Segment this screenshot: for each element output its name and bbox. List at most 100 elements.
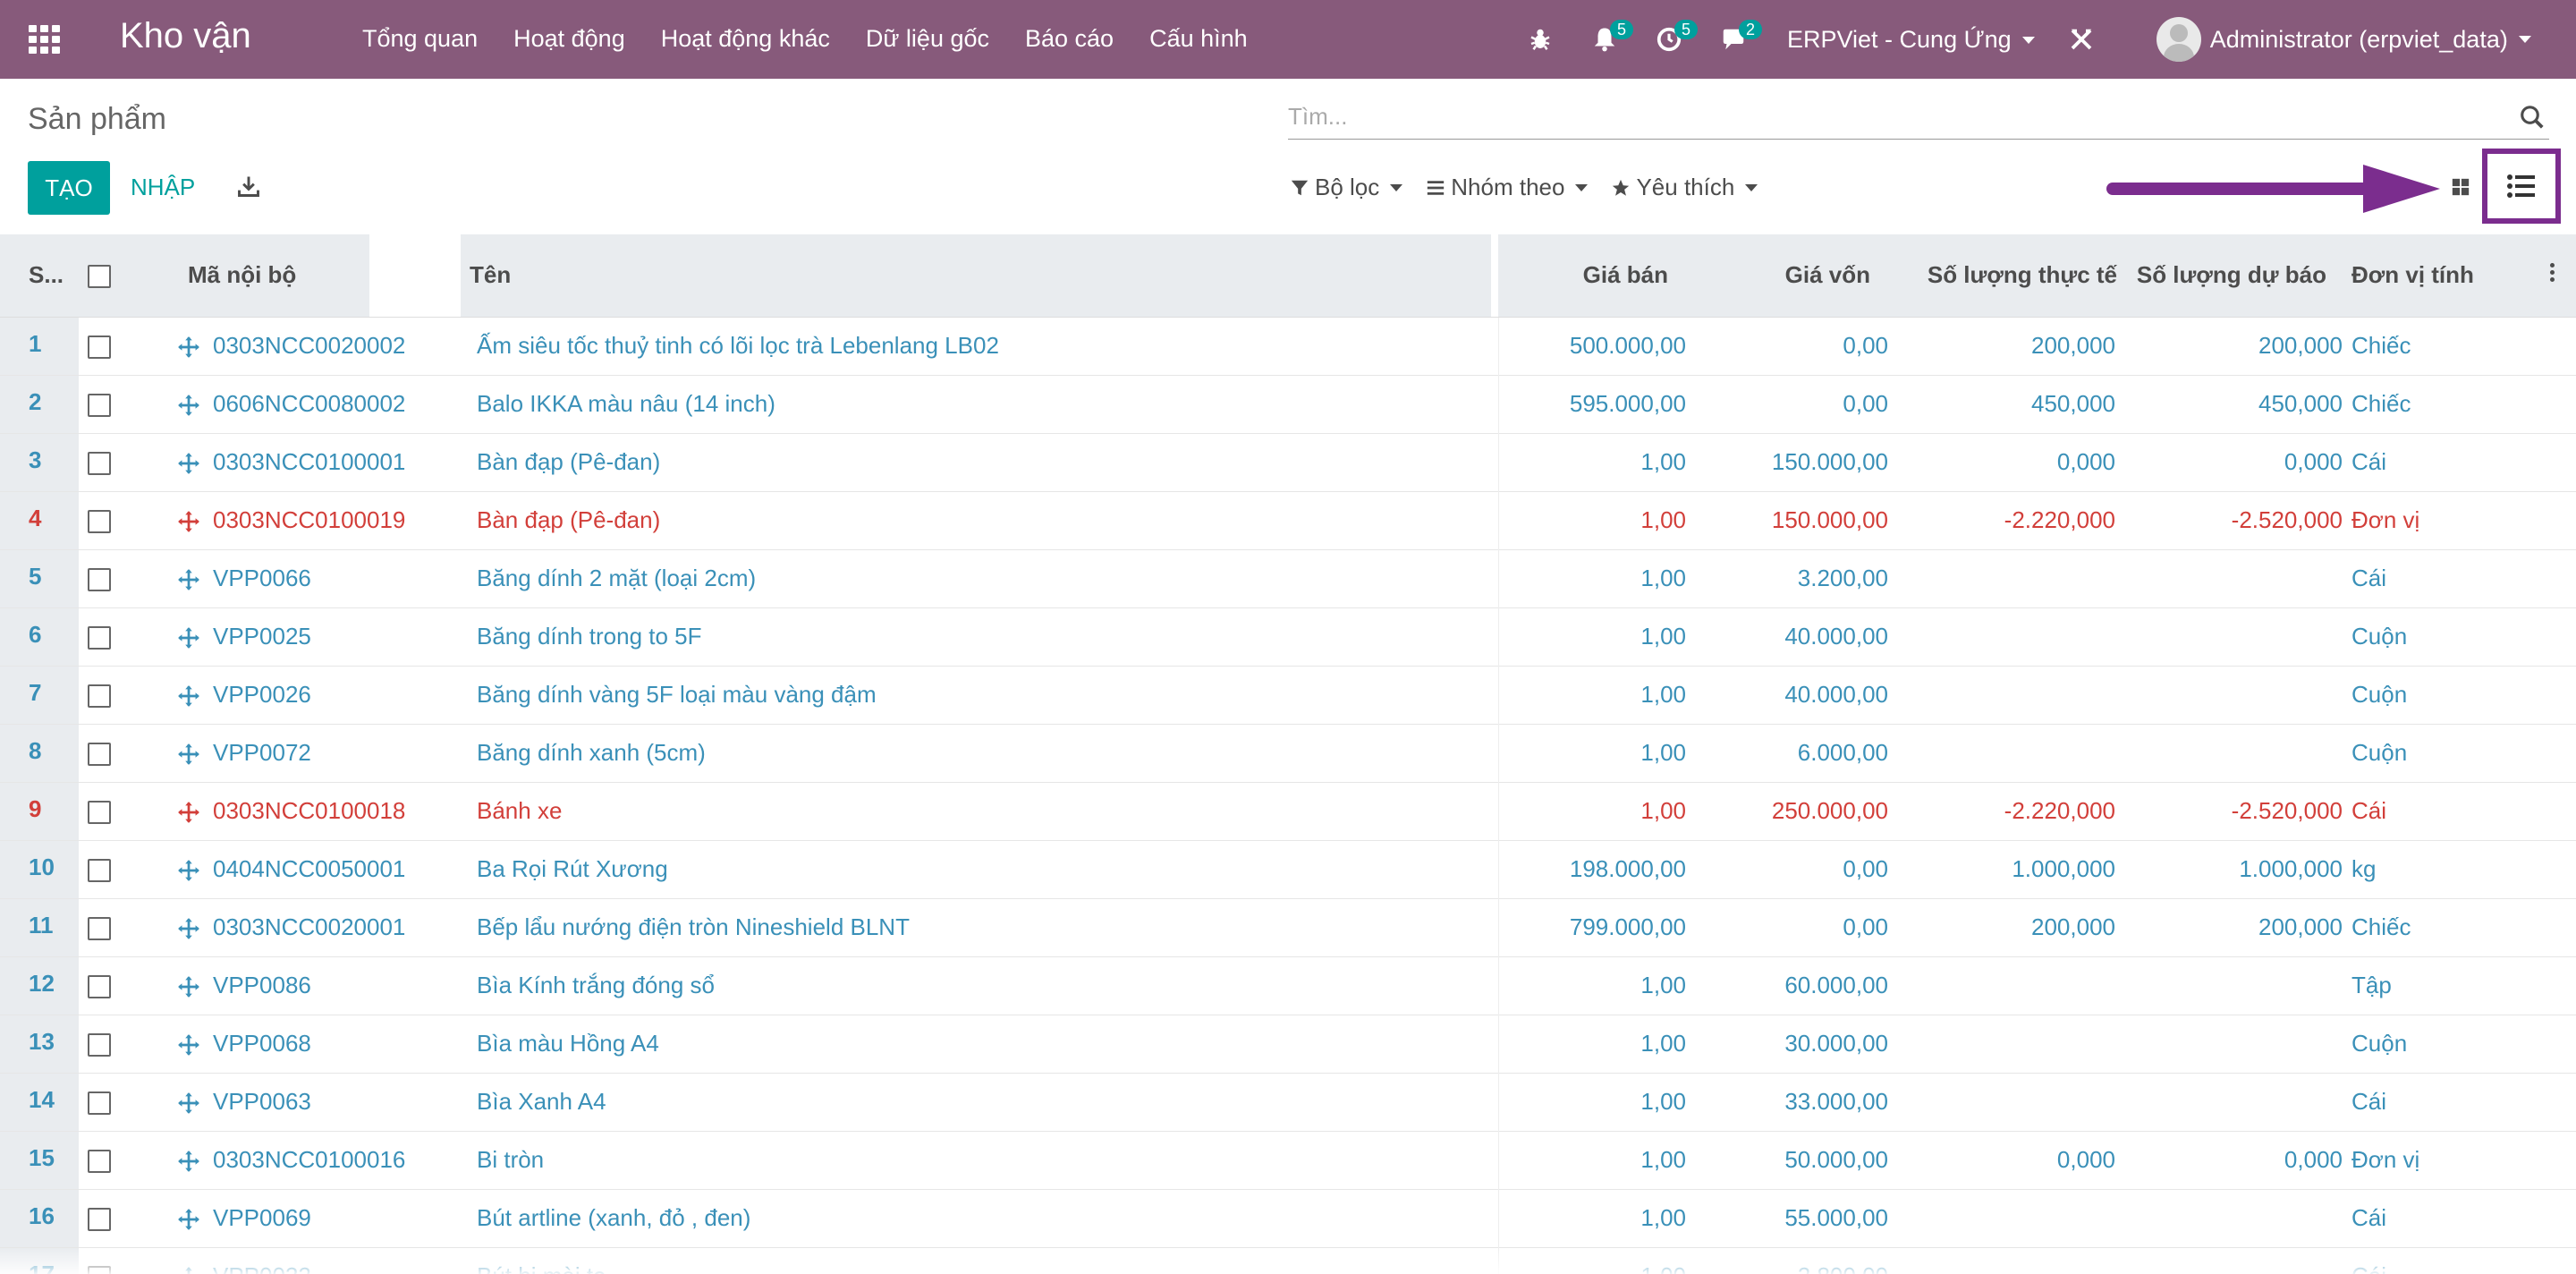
bell-icon[interactable]: 5 [1585, 20, 1633, 59]
import-button[interactable]: NHẬP [131, 174, 195, 201]
row-checkbox[interactable] [88, 1208, 111, 1232]
row-select-cell [79, 549, 168, 607]
table-row[interactable]: 7 VPP0026 Băng dính vàng 5F loại màu vàng … [0, 666, 2576, 724]
sale-price: 1,00 [1640, 972, 1686, 998]
table-row[interactable]: 3 0303NCC0100001 Bàn đạp (Pê-đan) 1,00 150.0… [0, 433, 2576, 491]
table-row[interactable]: 13 VPP0068 Bìa màu Hồng A4 1,00 30.000,00 Cuộ… [0, 1015, 2576, 1073]
drag-handle-icon[interactable] [177, 335, 200, 359]
menu-item-operations[interactable]: Hoạt động [513, 25, 625, 53]
column-header-sale-price[interactable]: Giá bán [1498, 234, 1695, 318]
apps-grid-icon[interactable] [29, 25, 61, 54]
table-row[interactable]: 11 0303NCC0020001 Bếp lẩu nướng điện tròn … [0, 898, 2576, 956]
column-header-cost[interactable]: Giá vốn [1695, 234, 1897, 318]
drag-handle-icon[interactable] [177, 801, 200, 824]
unit-of-measure: Cuộn [2351, 1030, 2408, 1057]
table-row[interactable]: 6 VPP0025 Băng dính trong to 5F 1,00 40.000,… [0, 607, 2576, 666]
row-checkbox[interactable] [88, 684, 111, 709]
table-row[interactable]: 1 0303NCC0020002 Ấm siêu tốc thuỷ tinh có … [0, 317, 2576, 375]
table-row[interactable]: 15 0303NCC0100016 Bi tròn 1,00 50.000,00 0,00… [0, 1131, 2576, 1189]
row-checkbox[interactable] [88, 1266, 111, 1274]
row-checkbox[interactable] [88, 743, 111, 767]
chat-icon[interactable]: 2 [1714, 20, 1762, 59]
table-row[interactable]: 10 0404NCC0050001 Ba Rọi Rút Xương 198.000,… [0, 840, 2576, 898]
app-title[interactable]: Kho vận [120, 16, 251, 56]
qty-on-hand: 450,000 [2031, 390, 2115, 417]
menu-item-master-data[interactable]: Dữ liệu gốc [866, 25, 989, 53]
drag-handle-icon[interactable] [177, 917, 200, 940]
table-row[interactable]: 16 VPP0069 Bút artline (xanh, đỏ , đen) 1,0… [0, 1189, 2576, 1247]
row-checkbox[interactable] [88, 859, 111, 883]
column-header-qty-on-hand[interactable]: Số lượng thực tế [1897, 234, 2124, 318]
drag-handle-icon[interactable] [177, 626, 200, 650]
column-header-code[interactable]: Mã nội bộ [70, 234, 369, 318]
drag-handle-icon[interactable] [177, 394, 200, 417]
table-row[interactable]: 4 0303NCC0100019 Bàn đạp (Pê-đan) 1,00 150.0… [0, 491, 2576, 549]
table-row[interactable]: 2 0606NCC0080002 Balo IKKA màu nâu (14 inc… [0, 375, 2576, 433]
table-row[interactable]: 12 VPP0086 Bìa Kính trắng đóng sổ 1,00 60.00… [0, 956, 2576, 1015]
cost-price: 60.000,00 [1784, 972, 1888, 998]
table-row[interactable]: 8 VPP0072 Băng dính xanh (5cm) 1,00 6.000,00… [0, 724, 2576, 782]
drag-handle-icon[interactable] [177, 1091, 200, 1115]
row-code-cell: VPP0026 [168, 666, 468, 724]
column-header-uom[interactable]: Đơn vị tính [2351, 234, 2550, 318]
drag-handle-icon[interactable] [177, 975, 200, 998]
row-checkbox[interactable] [88, 801, 111, 825]
sale-price: 1,00 [1640, 797, 1686, 824]
sale-price: 1,00 [1640, 1030, 1686, 1057]
create-button[interactable]: TẠO [28, 161, 110, 215]
search-input[interactable] [1288, 97, 2469, 136]
clock-icon[interactable]: 5 [1649, 20, 1698, 59]
drag-handle-icon[interactable] [177, 1033, 200, 1057]
filter-dropdown[interactable]: Bộ lọc [1290, 174, 1403, 201]
drag-handle-icon[interactable] [177, 743, 200, 766]
sale-price: 500.000,00 [1569, 332, 1686, 359]
row-code-cell: 0303NCC0100016 [168, 1131, 468, 1189]
drag-handle-icon[interactable] [177, 684, 200, 708]
drag-handle-icon[interactable] [177, 1208, 200, 1231]
unit-of-measure: Cuộn [2351, 623, 2408, 650]
row-select-cell [79, 1073, 168, 1131]
tools-icon[interactable] [2062, 20, 2101, 59]
column-header-qty-forecast[interactable]: Số lượng dự báo [2124, 234, 2351, 318]
menu-item-configuration[interactable]: Cấu hình [1149, 25, 1248, 53]
user-menu[interactable]: Administrator (erpviet_data) [2156, 17, 2531, 62]
bug-icon[interactable] [1521, 20, 1560, 59]
row-checkbox[interactable] [88, 1150, 111, 1174]
favorites-dropdown[interactable]: Yêu thích [1611, 174, 1758, 201]
table-row[interactable]: 17 VPP0032 Bút bi mài to1,002.800,00 Cái [0, 1247, 2576, 1274]
table-row[interactable]: 5 VPP0066 Băng dính 2 mặt (loại 2cm) 1,00 3.… [0, 549, 2576, 607]
row-checkbox[interactable] [88, 510, 111, 534]
row-checkbox[interactable] [88, 452, 111, 476]
row-checkbox[interactable] [88, 394, 111, 418]
drag-handle-icon[interactable] [177, 568, 200, 591]
row-checkbox[interactable] [88, 626, 111, 650]
product-name: Băng dính 2 mặt (loại 2cm) [468, 549, 1499, 607]
row-spacer [2550, 1247, 2576, 1274]
search-icon[interactable] [2519, 104, 2546, 131]
drag-handle-icon[interactable] [177, 452, 200, 475]
row-checkbox[interactable] [88, 975, 111, 999]
optional-columns-toggle[interactable] [2550, 234, 2576, 318]
drag-handle-icon[interactable] [177, 1266, 200, 1274]
table-row[interactable]: 9 0303NCC0100018 Bánh xe 1,00 250.000,00 -2.2… [0, 782, 2576, 840]
row-checkbox[interactable] [88, 335, 111, 360]
row-checkbox[interactable] [88, 568, 111, 592]
list-view-button[interactable] [2482, 149, 2561, 224]
menu-item-overview[interactable]: Tổng quan [362, 25, 478, 53]
row-checkbox[interactable] [88, 1091, 111, 1116]
drag-handle-icon[interactable] [177, 510, 200, 533]
groupby-dropdown[interactable]: Nhóm theo [1426, 174, 1589, 201]
download-icon[interactable] [236, 174, 261, 199]
column-header-sequence[interactable]: S... [0, 234, 79, 318]
kanban-view-icon[interactable] [2451, 177, 2470, 197]
row-checkbox[interactable] [88, 917, 111, 941]
menu-item-other-operations[interactable]: Hoạt động khác [661, 25, 830, 53]
company-switcher[interactable]: ERPViet - Cung Ứng [1787, 26, 2035, 54]
drag-handle-icon[interactable] [177, 859, 200, 882]
drag-handle-icon[interactable] [177, 1150, 200, 1173]
column-header-name[interactable]: Tên [461, 234, 1491, 318]
menu-item-reports[interactable]: Báo cáo [1025, 25, 1114, 53]
table-row[interactable]: 14 VPP0063 Bìa Xanh A4 1,00 33.000,00 Cái [0, 1073, 2576, 1131]
row-code-cell: VPP0086 [168, 956, 468, 1015]
row-checkbox[interactable] [88, 1033, 111, 1057]
